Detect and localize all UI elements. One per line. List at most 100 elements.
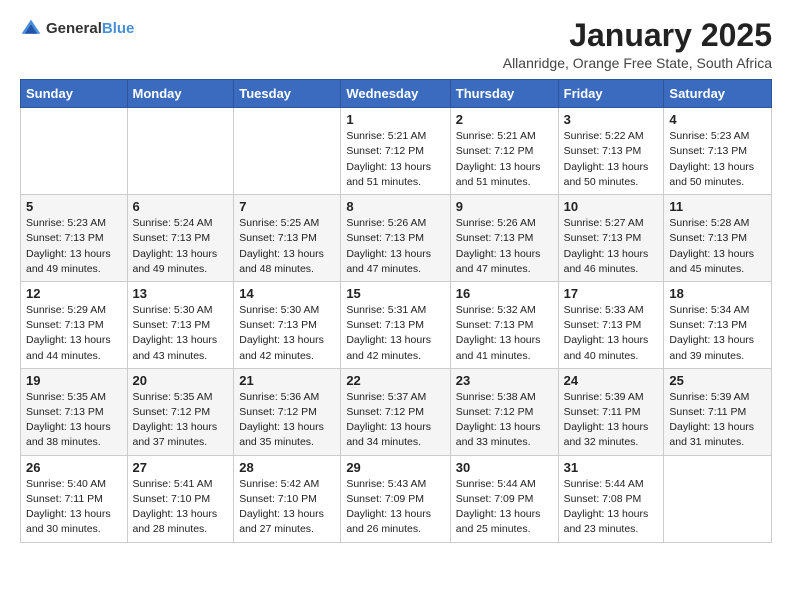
- day-cell: 11 Sunrise: 5:28 AM Sunset: 7:13 PM Dayli…: [664, 195, 772, 282]
- day-info: Sunrise: 5:44 AM Sunset: 7:09 PM Dayligh…: [456, 477, 553, 538]
- day-info: Sunrise: 5:24 AM Sunset: 7:13 PM Dayligh…: [133, 216, 229, 277]
- day-number: 4: [669, 112, 766, 127]
- day-cell: 30Sunrise: 5:44 AM Sunset: 7:09 PM Dayli…: [450, 455, 558, 542]
- day-cell: 19 Sunrise: 5:35 AM Sunset: 7:13 PM Dayli…: [21, 368, 128, 455]
- day-cell: 21 Sunrise: 5:36 AM Sunset: 7:12 PM Dayli…: [234, 368, 341, 455]
- day-cell: 13 Sunrise: 5:30 AM Sunset: 7:13 PM Dayli…: [127, 281, 234, 368]
- day-number: 7: [239, 199, 335, 214]
- day-number: 1: [346, 112, 444, 127]
- day-cell: 18 Sunrise: 5:34 AM Sunset: 7:13 PM Dayli…: [664, 281, 772, 368]
- col-header-tuesday: Tuesday: [234, 80, 341, 108]
- day-info: Sunrise: 5:26 AM Sunset: 7:13 PM Dayligh…: [456, 216, 553, 277]
- day-number: 19: [26, 373, 122, 388]
- day-cell: 12 Sunrise: 5:29 AM Sunset: 7:13 PM Dayli…: [21, 281, 128, 368]
- day-info: Sunrise: 5:37 AM Sunset: 7:12 PM Dayligh…: [346, 390, 444, 451]
- day-cell: 28Sunrise: 5:42 AM Sunset: 7:10 PM Dayli…: [234, 455, 341, 542]
- day-info: Sunrise: 5:44 AM Sunset: 7:08 PM Dayligh…: [564, 477, 659, 538]
- day-cell: 22Sunrise: 5:37 AM Sunset: 7:12 PM Dayli…: [341, 368, 450, 455]
- day-info: Sunrise: 5:26 AM Sunset: 7:13 PM Dayligh…: [346, 216, 444, 277]
- title-area: January 2025 Allanridge, Orange Free Sta…: [503, 18, 772, 71]
- day-number: 17: [564, 286, 659, 301]
- month-title: January 2025: [503, 18, 772, 53]
- week-row-2: 5 Sunrise: 5:23 AM Sunset: 7:13 PM Daylig…: [21, 195, 772, 282]
- day-info: Sunrise: 5:33 AM Sunset: 7:13 PM Dayligh…: [564, 303, 659, 364]
- day-info: Sunrise: 5:23 AM Sunset: 7:13 PM Dayligh…: [26, 216, 122, 277]
- day-number: 25: [669, 373, 766, 388]
- day-number: 27: [133, 460, 229, 475]
- day-info: Sunrise: 5:30 AM Sunset: 7:13 PM Dayligh…: [239, 303, 335, 364]
- day-info: Sunrise: 5:34 AM Sunset: 7:13 PM Dayligh…: [669, 303, 766, 364]
- day-cell: 8 Sunrise: 5:26 AM Sunset: 7:13 PM Daylig…: [341, 195, 450, 282]
- day-cell: 6 Sunrise: 5:24 AM Sunset: 7:13 PM Daylig…: [127, 195, 234, 282]
- day-cell: 24 Sunrise: 5:39 AM Sunset: 7:11 PM Dayli…: [558, 368, 664, 455]
- day-cell: 2 Sunrise: 5:21 AM Sunset: 7:12 PM Daylig…: [450, 108, 558, 195]
- day-number: 2: [456, 112, 553, 127]
- day-info: Sunrise: 5:43 AM Sunset: 7:09 PM Dayligh…: [346, 477, 444, 538]
- day-number: 13: [133, 286, 229, 301]
- day-number: 5: [26, 199, 122, 214]
- day-info: Sunrise: 5:39 AM Sunset: 7:11 PM Dayligh…: [669, 390, 766, 451]
- day-info: Sunrise: 5:21 AM Sunset: 7:12 PM Dayligh…: [346, 129, 444, 190]
- day-number: 24: [564, 373, 659, 388]
- week-row-1: 1 Sunrise: 5:21 AM Sunset: 7:12 PM Daylig…: [21, 108, 772, 195]
- day-cell: 25 Sunrise: 5:39 AM Sunset: 7:11 PM Dayli…: [664, 368, 772, 455]
- day-cell: [21, 108, 128, 195]
- day-info: Sunrise: 5:35 AM Sunset: 7:12 PM Dayligh…: [133, 390, 229, 451]
- header: GeneralBlue January 2025 Allanridge, Ora…: [20, 18, 772, 71]
- page: GeneralBlue January 2025 Allanridge, Ora…: [0, 0, 792, 561]
- week-row-3: 12 Sunrise: 5:29 AM Sunset: 7:13 PM Dayli…: [21, 281, 772, 368]
- day-cell: 14Sunrise: 5:30 AM Sunset: 7:13 PM Dayli…: [234, 281, 341, 368]
- day-number: 11: [669, 199, 766, 214]
- day-info: Sunrise: 5:42 AM Sunset: 7:10 PM Dayligh…: [239, 477, 335, 538]
- day-info: Sunrise: 5:28 AM Sunset: 7:13 PM Dayligh…: [669, 216, 766, 277]
- day-info: Sunrise: 5:30 AM Sunset: 7:13 PM Dayligh…: [133, 303, 229, 364]
- day-cell: 31 Sunrise: 5:44 AM Sunset: 7:08 PM Dayli…: [558, 455, 664, 542]
- day-cell: 20Sunrise: 5:35 AM Sunset: 7:12 PM Dayli…: [127, 368, 234, 455]
- col-header-saturday: Saturday: [664, 80, 772, 108]
- day-info: Sunrise: 5:32 AM Sunset: 7:13 PM Dayligh…: [456, 303, 553, 364]
- week-row-4: 19 Sunrise: 5:35 AM Sunset: 7:13 PM Dayli…: [21, 368, 772, 455]
- day-cell: 9Sunrise: 5:26 AM Sunset: 7:13 PM Daylig…: [450, 195, 558, 282]
- day-cell: [664, 455, 772, 542]
- day-info: Sunrise: 5:23 AM Sunset: 7:13 PM Dayligh…: [669, 129, 766, 190]
- day-info: Sunrise: 5:35 AM Sunset: 7:13 PM Dayligh…: [26, 390, 122, 451]
- day-number: 6: [133, 199, 229, 214]
- day-cell: 27Sunrise: 5:41 AM Sunset: 7:10 PM Dayli…: [127, 455, 234, 542]
- day-info: Sunrise: 5:27 AM Sunset: 7:13 PM Dayligh…: [564, 216, 659, 277]
- day-cell: [234, 108, 341, 195]
- col-header-friday: Friday: [558, 80, 664, 108]
- day-info: Sunrise: 5:39 AM Sunset: 7:11 PM Dayligh…: [564, 390, 659, 451]
- day-cell: 16 Sunrise: 5:32 AM Sunset: 7:13 PM Dayli…: [450, 281, 558, 368]
- col-header-sunday: Sunday: [21, 80, 128, 108]
- week-row-5: 26 Sunrise: 5:40 AM Sunset: 7:11 PM Dayli…: [21, 455, 772, 542]
- day-number: 16: [456, 286, 553, 301]
- day-number: 26: [26, 460, 122, 475]
- day-number: 31: [564, 460, 659, 475]
- day-number: 23: [456, 373, 553, 388]
- logo-text: GeneralBlue: [46, 20, 134, 38]
- day-cell: 26 Sunrise: 5:40 AM Sunset: 7:11 PM Dayli…: [21, 455, 128, 542]
- day-info: Sunrise: 5:21 AM Sunset: 7:12 PM Dayligh…: [456, 129, 553, 190]
- day-info: Sunrise: 5:29 AM Sunset: 7:13 PM Dayligh…: [26, 303, 122, 364]
- day-cell: 29Sunrise: 5:43 AM Sunset: 7:09 PM Dayli…: [341, 455, 450, 542]
- day-number: 21: [239, 373, 335, 388]
- day-number: 10: [564, 199, 659, 214]
- day-number: 8: [346, 199, 444, 214]
- day-cell: 17 Sunrise: 5:33 AM Sunset: 7:13 PM Dayli…: [558, 281, 664, 368]
- col-header-thursday: Thursday: [450, 80, 558, 108]
- day-info: Sunrise: 5:38 AM Sunset: 7:12 PM Dayligh…: [456, 390, 553, 451]
- day-number: 12: [26, 286, 122, 301]
- day-info: Sunrise: 5:25 AM Sunset: 7:13 PM Dayligh…: [239, 216, 335, 277]
- day-number: 15: [346, 286, 444, 301]
- day-info: Sunrise: 5:40 AM Sunset: 7:11 PM Dayligh…: [26, 477, 122, 538]
- col-header-wednesday: Wednesday: [341, 80, 450, 108]
- day-cell: 1 Sunrise: 5:21 AM Sunset: 7:12 PM Daylig…: [341, 108, 450, 195]
- col-header-monday: Monday: [127, 80, 234, 108]
- day-number: 18: [669, 286, 766, 301]
- day-info: Sunrise: 5:36 AM Sunset: 7:12 PM Dayligh…: [239, 390, 335, 451]
- location-subtitle: Allanridge, Orange Free State, South Afr…: [503, 55, 772, 71]
- day-cell: [127, 108, 234, 195]
- day-cell: 3Sunrise: 5:22 AM Sunset: 7:13 PM Daylig…: [558, 108, 664, 195]
- day-cell: 7 Sunrise: 5:25 AM Sunset: 7:13 PM Daylig…: [234, 195, 341, 282]
- logo-icon: [20, 18, 42, 40]
